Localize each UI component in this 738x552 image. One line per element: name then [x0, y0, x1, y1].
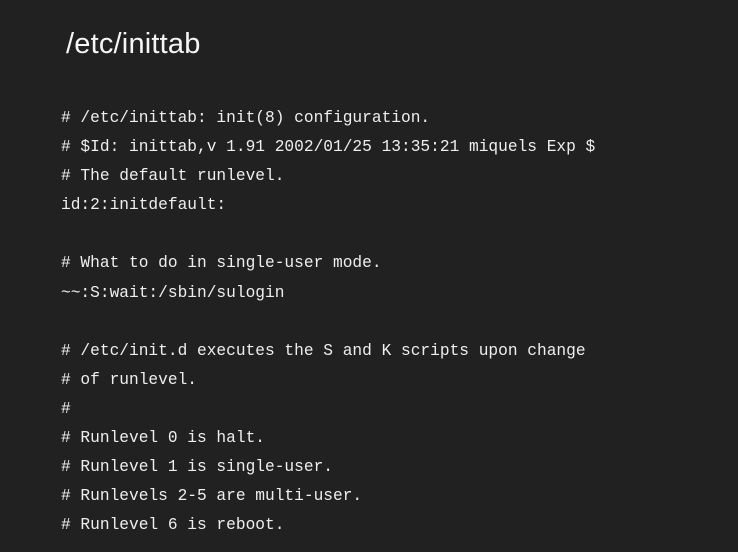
slide: /etc/inittab # /etc/inittab: init(8) con…	[0, 0, 738, 552]
code-line: # The default runlevel.	[61, 167, 285, 186]
code-line: # $Id: inittab,v 1.91 2002/01/25 13:35:2…	[61, 138, 596, 157]
code-line-blank	[61, 308, 595, 337]
code-line: id:2:initdefault:	[61, 196, 227, 215]
code-line: # Runlevel 6 is reboot.	[61, 516, 285, 535]
code-line: # What to do in single-user mode.	[61, 254, 382, 273]
code-line: ~~:S:wait:/sbin/sulogin	[61, 283, 285, 302]
code-line: # Runlevel 0 is halt.	[61, 429, 265, 448]
code-block: # /etc/inittab: init(8) configuration. #…	[61, 104, 595, 540]
slide-title: /etc/inittab	[66, 28, 201, 60]
code-line-blank	[61, 220, 595, 249]
code-line: # of runlevel.	[61, 370, 197, 389]
code-line: # Runlevel 1 is single-user.	[61, 458, 333, 477]
code-line: # /etc/init.d executes the S and K scrip…	[61, 341, 586, 360]
code-line: #	[61, 399, 71, 418]
code-line: # Runlevels 2-5 are multi-user.	[61, 487, 363, 506]
code-line: # /etc/inittab: init(8) configuration.	[61, 109, 431, 127]
